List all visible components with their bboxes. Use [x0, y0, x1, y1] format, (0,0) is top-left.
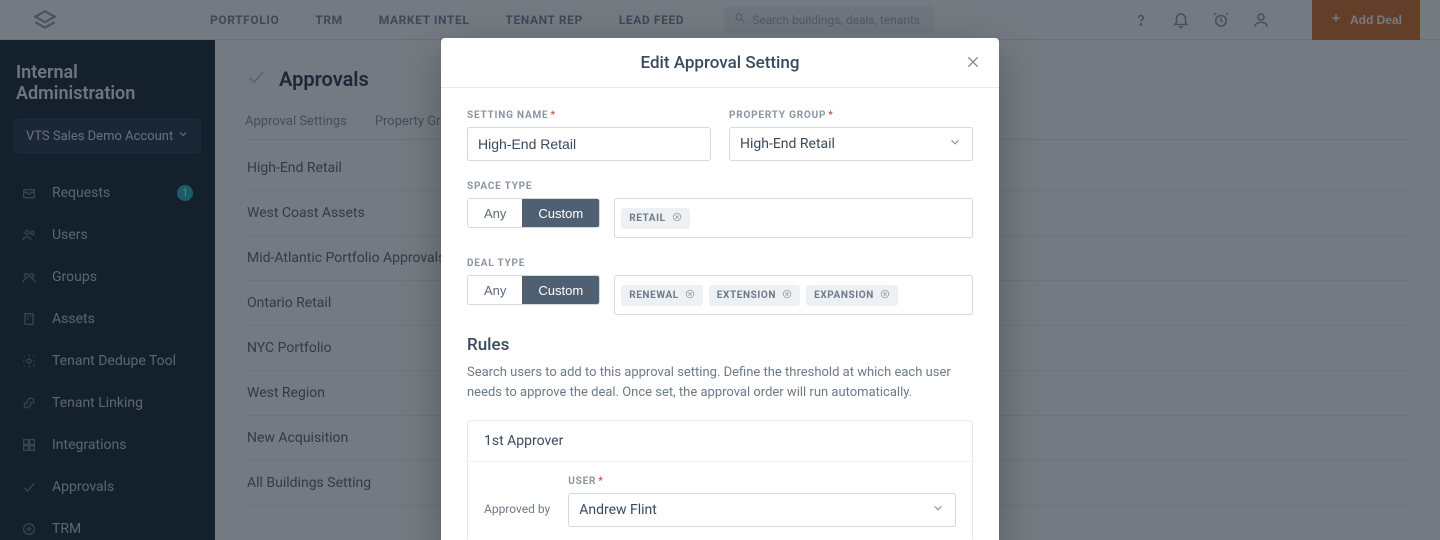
remove-chip-icon[interactable]	[782, 289, 792, 302]
space-type-custom-button[interactable]: Custom	[522, 199, 599, 227]
user-value: Andrew Flint	[579, 502, 657, 518]
remove-chip-icon[interactable]	[685, 289, 695, 302]
modal-title: Edit Approval Setting	[641, 53, 800, 73]
rules-description: Search users to add to this approval set…	[467, 363, 973, 402]
property-group-value: High-End Retail	[740, 136, 835, 152]
approver-card: 1st Approver Approved by USER* Andrew Fl…	[467, 420, 973, 540]
deal-type-toggle: Any Custom	[467, 275, 600, 305]
setting-name-input[interactable]	[467, 127, 711, 161]
rules-heading: Rules	[467, 335, 973, 355]
chevron-down-icon	[931, 501, 945, 519]
property-group-select[interactable]: High-End Retail	[729, 127, 973, 161]
property-group-field: PROPERTY GROUP* High-End Retail	[729, 110, 973, 161]
space-type-label: SPACE TYPE	[467, 181, 973, 192]
chevron-down-icon	[948, 135, 962, 153]
deal-type-label: DEAL TYPE	[467, 258, 973, 269]
deal-type-custom-button[interactable]: Custom	[522, 276, 599, 304]
space-type-toggle: Any Custom	[467, 198, 600, 228]
setting-name-field: SETTING NAME*	[467, 110, 711, 161]
close-icon[interactable]	[965, 54, 983, 72]
chip-renewal: RENEWAL	[621, 285, 703, 306]
modal-body: SETTING NAME* PROPERTY GROUP* High-End R…	[441, 88, 999, 540]
user-field: USER* Andrew Flint	[568, 476, 956, 527]
property-group-label: PROPERTY GROUP*	[729, 110, 973, 121]
modal-header: Edit Approval Setting	[441, 38, 999, 88]
edit-approval-modal: Edit Approval Setting SETTING NAME* PROP…	[441, 38, 999, 540]
space-type-chip-field[interactable]: RETAIL	[614, 198, 973, 238]
deal-type-any-button[interactable]: Any	[468, 276, 522, 304]
approver-heading: 1st Approver	[468, 421, 972, 462]
approved-by-label: Approved by	[484, 476, 550, 516]
user-label: USER*	[568, 476, 956, 487]
chip-retail: RETAIL	[621, 208, 689, 229]
remove-chip-icon[interactable]	[880, 289, 890, 302]
setting-name-label: SETTING NAME*	[467, 110, 711, 121]
user-select[interactable]: Andrew Flint	[568, 493, 956, 527]
space-type-any-button[interactable]: Any	[468, 199, 522, 227]
deal-type-chip-field[interactable]: RENEWAL EXTENSION EXPANSION	[614, 275, 973, 315]
chip-expansion: EXPANSION	[806, 285, 898, 306]
chip-extension: EXTENSION	[709, 285, 800, 306]
remove-chip-icon[interactable]	[672, 212, 682, 225]
